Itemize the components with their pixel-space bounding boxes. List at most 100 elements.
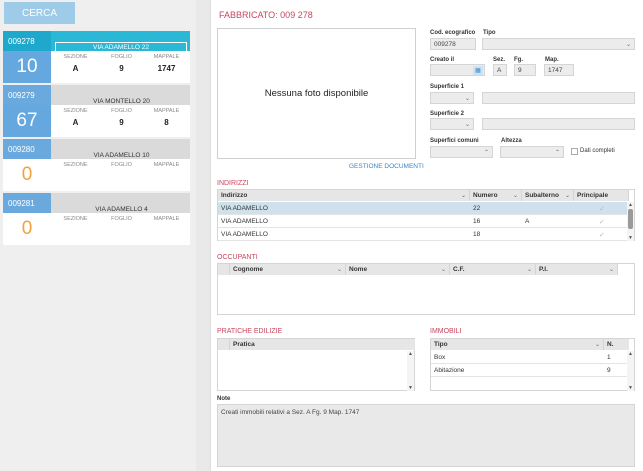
mappale-label: MAPPALE [153, 162, 180, 168]
pratiche-title: PRATICHE EDILIZIE [217, 328, 283, 335]
tipo-select[interactable]: ⌄ [482, 38, 635, 50]
mappale-label: MAPPALE [153, 216, 180, 222]
sez-field[interactable]: A [493, 64, 507, 76]
indirizzi-table: Indirizzo ⌄ Numero ⌄ Subalterno ⌄ Principal… [217, 189, 635, 241]
chevron-down-icon: ⌄ [464, 96, 470, 102]
pratiche-scrollbar[interactable]: ▲ ▼ [407, 351, 414, 391]
note-text: Creati immobili relativi a Sez. A Fg. 9 … [221, 409, 360, 416]
tipo-label: Tipo [483, 30, 496, 36]
occupanti-title: OCCUPANTI [217, 254, 258, 261]
note-label: Note [217, 396, 231, 402]
cod-ecografico-field[interactable]: 009278 [430, 38, 476, 50]
superfici-comuni-label: Superfici comuni [430, 138, 479, 144]
immobili-title: IMMOBILI [430, 328, 462, 335]
card-code: 009281 [3, 193, 51, 213]
card-count: 10 [3, 51, 51, 83]
sezione-label: SEZIONE [63, 108, 88, 114]
sezione-value: A [72, 118, 79, 127]
search-button[interactable]: CERCA [4, 2, 75, 24]
sezione-value: A [72, 64, 79, 73]
arrow-down-icon: ▼ [408, 385, 413, 391]
table-row[interactable]: Box 1 [431, 351, 629, 364]
foglio-label: FOGLIO [111, 54, 132, 60]
indirizzi-title: INDIRIZZI [217, 180, 249, 187]
table-row[interactable]: VIA ADAMELLO 16 A ✓ [218, 215, 629, 228]
gestione-documenti-link[interactable]: GESTIONE DOCUMENTI [349, 163, 424, 170]
altezza-label: Altezza [501, 138, 522, 144]
chevron-down-icon: ⌄ [440, 267, 446, 273]
superficie1-select[interactable]: ⌄ [430, 92, 474, 104]
creato-il-label: Creato il [430, 57, 455, 63]
arrow-down-icon: ▼ [628, 235, 633, 241]
chevron-down-icon: ⌄ [608, 267, 614, 273]
superficie2-value[interactable] [482, 118, 635, 130]
building-detail-panel: FABBRICATO: 009 278 Nessuna foto disponi… [210, 0, 643, 471]
chevron-down-icon: ⌄ [512, 193, 518, 199]
col-header-subalterno[interactable]: Subalterno ⌄ [522, 190, 574, 201]
card-code: 009279 [3, 85, 51, 105]
col-header-cognome[interactable]: Cognome ⌄ [230, 264, 346, 275]
superficie1-label: Superficie 1 [430, 84, 465, 90]
superficie2-select[interactable]: ⌄ [430, 118, 474, 130]
mappale-label: MAPPALE [153, 108, 180, 114]
check-icon: ✓ [599, 231, 605, 239]
fg-field[interactable]: 9 [514, 64, 536, 76]
map-field[interactable]: 1747 [544, 64, 574, 76]
chevron-down-icon: ⌄ [336, 267, 342, 273]
sez-label: Sez. [493, 57, 506, 63]
creato-il-field[interactable]: ▦ [430, 64, 485, 76]
immobili-table: Tipo ⌄ N. Box 1 Abitazione 9 ▲ ▼ [430, 338, 635, 391]
col-header-pratica[interactable]: Pratica [230, 339, 415, 350]
card-address: VIA ADAMELLO 22 [55, 42, 187, 52]
map-label: Map. [545, 57, 559, 63]
stepper-icon: ⌃ [483, 150, 489, 156]
col-header-tipo[interactable]: Tipo ⌄ [431, 339, 604, 350]
col-header-cf[interactable]: C.F. ⌄ [450, 264, 536, 275]
mappale-value: 8 [164, 118, 169, 127]
card-code: 009280 [3, 139, 51, 159]
building-card-009280[interactable]: 009280 VIA ADAMELLO 10 0 SEZIONE FOGLIO … [3, 139, 190, 191]
col-header-nome[interactable]: Nome ⌄ [346, 264, 450, 275]
table-row[interactable]: Abitazione 9 [431, 364, 629, 377]
col-header-indirizzo[interactable]: Indirizzo ⌄ [218, 190, 470, 201]
superficie1-value[interactable] [482, 92, 635, 104]
card-count: 67 [3, 105, 51, 137]
col-header-principale[interactable]: Principale [574, 190, 629, 201]
chevron-down-icon: ⌄ [564, 193, 570, 199]
cod-ecografico-label: Cod. ecografico [430, 30, 476, 36]
calendar-icon[interactable]: ▦ [473, 66, 483, 75]
card-address: VIA MONTELLO 20 [93, 98, 150, 105]
immobili-scrollbar[interactable]: ▲ ▼ [627, 351, 634, 391]
chevron-down-icon: ⌄ [594, 342, 600, 348]
foglio-value: 9 [119, 118, 124, 127]
card-count: 0 [3, 213, 51, 245]
check-icon: ✓ [599, 218, 605, 226]
arrow-down-icon: ▼ [628, 385, 633, 391]
check-icon: ✓ [599, 205, 605, 213]
card-count: 0 [3, 159, 51, 191]
card-code: 009278 [3, 31, 51, 51]
building-card-009281[interactable]: 009281 VIA ADAMELLO 4 0 SEZIONE FOGLIO M… [3, 193, 190, 245]
superfici-comuni-stepper[interactable]: ⌃ [430, 146, 493, 158]
chevron-down-icon: ⌄ [526, 267, 532, 273]
occupanti-table: Cognome ⌄ Nome ⌄ C.F. ⌄ P.I. ⌄ [217, 263, 635, 315]
scrollbar-thumb[interactable] [628, 209, 633, 229]
stepper-icon: ⌃ [554, 150, 560, 156]
col-header-n[interactable]: N. [604, 339, 629, 350]
altezza-stepper[interactable]: ⌃ [500, 146, 564, 158]
dati-completi-checkbox[interactable] [571, 148, 578, 155]
card-address: VIA ADAMELLO 4 [95, 206, 148, 213]
photo-placeholder-text: Nessuna foto disponibile [264, 88, 369, 99]
foglio-label: FOGLIO [111, 162, 132, 168]
arrow-up-icon: ▲ [628, 202, 633, 208]
note-textarea[interactable]: Creati immobili relativi a Sez. A Fg. 9 … [217, 404, 635, 467]
indirizzi-scrollbar[interactable]: ▲ ▼ [627, 202, 634, 241]
building-card-009278[interactable]: 009278 VIA ADAMELLO 22 10 SEZIONE FOGLIO… [3, 31, 190, 83]
building-card-009279[interactable]: 009279 VIA MONTELLO 20 67 SEZIONE FOGLIO… [3, 85, 190, 137]
table-row[interactable]: VIA ADAMELLO 18 ✓ [218, 228, 629, 241]
arrow-up-icon: ▲ [628, 351, 633, 357]
col-header-numero[interactable]: Numero ⌄ [470, 190, 522, 201]
table-row[interactable]: VIA ADAMELLO 22 ✓ [218, 202, 629, 215]
col-header-pi[interactable]: P.I. ⌄ [536, 264, 618, 275]
foglio-value: 9 [119, 64, 124, 73]
